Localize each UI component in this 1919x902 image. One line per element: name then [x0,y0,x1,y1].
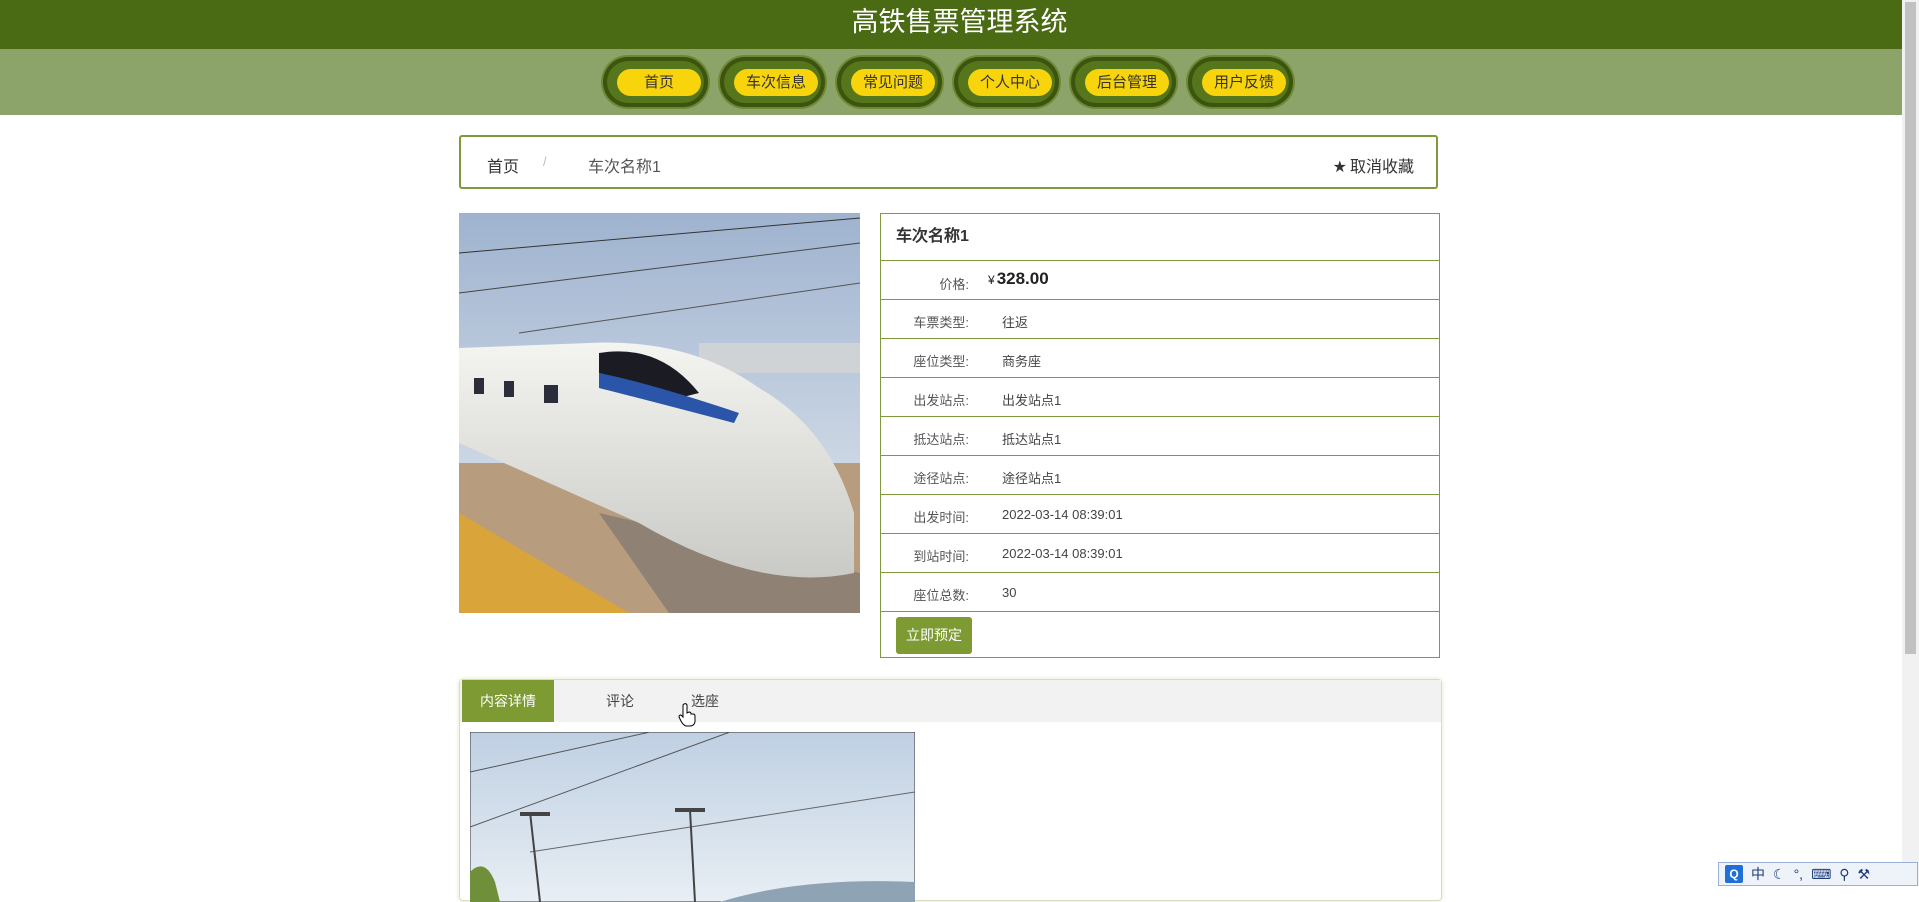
via-station-row: 途径站点: 途径站点1 [881,456,1439,495]
nav-label-home[interactable]: 首页 [617,69,701,96]
scrollbar-thumb[interactable] [1905,2,1916,654]
page-scrollbar[interactable] [1902,0,1919,886]
currency-symbol: ¥ [988,273,995,287]
wrench-icon[interactable]: ⚒ [1858,866,1871,883]
arrival-station-row: 抵达站点: 抵达站点1 [881,417,1439,456]
nav-item-profile[interactable]: 个人中心 [954,57,1059,107]
ime-toolbar[interactable]: Q 中 ☾ °, ⌨ ⚲ ⚒ [1718,862,1918,886]
moon-icon[interactable]: ☾ [1773,866,1786,883]
seat-type-label: 座位类型: [913,354,969,369]
seat-type-value: 商务座 [1002,354,1042,369]
arrival-time-row: 到站时间: 2022-03-14 08:39:01 [881,534,1439,573]
arrival-time-value: 2022-03-14 08:39:01 [1002,546,1123,561]
arrival-station-label: 抵达站点: [913,432,969,447]
ticket-type-row: 车票类型: 往返 [881,300,1439,339]
departure-time-label: 出发时间: [913,510,969,525]
train-detail-panel: 车次名称1 价格: ¥328.00 车票类型: 往返 座位类型: 商务座 出发站… [880,213,1440,658]
breadcrumb-home-link[interactable]: 首页 [487,153,519,177]
departure-time-row: 出发时间: 2022-03-14 08:39:01 [881,495,1439,534]
total-seats-row: 座位总数: 30 [881,573,1439,612]
departure-time-value: 2022-03-14 08:39:01 [1002,507,1123,522]
nav-label-feedback[interactable]: 用户反馈 [1202,69,1286,96]
skin-icon[interactable]: ⚲ [1839,866,1849,883]
unfavorite-label: 取消收藏 [1349,159,1414,176]
keyboard-icon[interactable]: ⌨ [1811,866,1831,883]
breadcrumb: 首页 / 车次名称1 ★ 取消收藏 [459,135,1438,189]
departure-station-row: 出发站点: 出发站点1 [881,378,1439,417]
price-value: ¥328.00 [988,269,1049,289]
departure-station-value: 出发站点1 [1002,393,1062,408]
tab-bar: 内容详情 评论 选座 [460,680,1441,722]
ime-logo-icon: Q [1725,865,1743,883]
nav-item-feedback[interactable]: 用户反馈 [1188,57,1293,107]
site-header: 高铁售票管理系统 [0,0,1919,49]
nav-label-trains[interactable]: 车次信息 [734,69,818,96]
ticket-type-value: 往返 [1002,315,1029,330]
breadcrumb-current: 车次名称1 [588,159,661,176]
nav-item-home[interactable]: 首页 [603,57,708,107]
hand-cursor-icon [678,703,696,727]
book-now-button[interactable]: 立即预定 [896,617,972,654]
seat-type-row: 座位类型: 商务座 [881,339,1439,378]
train-photo [459,213,860,613]
arrival-time-label: 到站时间: [913,549,969,564]
price-row: 价格: ¥328.00 [881,261,1439,300]
tab-content-details[interactable]: 内容详情 [462,680,554,722]
departure-station-label: 出发站点: [913,393,969,408]
site-title: 高铁售票管理系统 [851,7,1068,37]
total-seats-value: 30 [1002,585,1017,600]
main-nav: 首页 车次信息 常见问题 个人中心 后台管理 用户反馈 [0,49,1919,115]
price-label: 价格: [939,277,969,292]
via-station-label: 途径站点: [913,471,969,486]
ime-mode-label[interactable]: 中 [1751,864,1765,884]
arrival-station-value: 抵达站点1 [1002,432,1062,447]
unfavorite-button[interactable]: ★ 取消收藏 [1333,153,1414,177]
nav-label-faq[interactable]: 常见问题 [851,69,935,96]
content-photo [470,732,915,902]
train-name: 车次名称1 [881,214,1439,261]
price-amount: 328.00 [996,269,1049,288]
via-station-value: 途径站点1 [1002,471,1062,486]
tab-comments[interactable]: 评论 [590,680,650,722]
nav-label-profile[interactable]: 个人中心 [968,69,1052,96]
nav-item-faq[interactable]: 常见问题 [837,57,942,107]
detail-tabs: 内容详情 评论 选座 [459,679,1442,902]
total-seats-label: 座位总数: [913,588,969,603]
breadcrumb-separator: / [543,154,547,169]
nav-label-admin[interactable]: 后台管理 [1085,69,1169,96]
nav-item-admin[interactable]: 后台管理 [1071,57,1176,107]
ticket-type-label: 车票类型: [913,315,969,330]
star-icon: ★ [1332,159,1347,176]
punctuation-icon[interactable]: °, [1794,866,1804,882]
nav-item-trains[interactable]: 车次信息 [720,57,825,107]
